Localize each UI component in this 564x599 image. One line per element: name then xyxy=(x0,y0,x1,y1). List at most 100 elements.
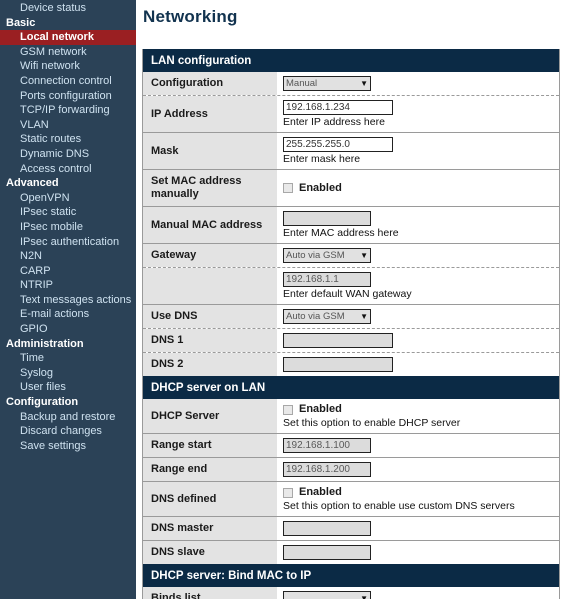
row-configuration: Configuration Manual ▼ xyxy=(143,72,559,95)
field-dns-slave xyxy=(277,541,559,564)
set-mac-checkbox-group[interactable]: Enabled xyxy=(283,182,555,195)
sidebar-item-device-status[interactable]: Device status xyxy=(0,1,136,16)
dns-slave-input[interactable] xyxy=(283,545,371,560)
dns-1-input[interactable] xyxy=(283,333,393,348)
field-ip-address: 192.168.1.234 Enter IP address here xyxy=(277,96,559,132)
hint-dhcp-server: Set this option to enable DHCP server xyxy=(283,417,461,429)
field-dns-defined: Enabled Set this option to enable use cu… xyxy=(277,482,559,516)
row-ip-address: IP Address 192.168.1.234 Enter IP addres… xyxy=(143,95,559,132)
sidebar-item-e-mail-actions[interactable]: E-mail actions xyxy=(0,307,136,322)
dns-defined-checkbox-label: Enabled xyxy=(299,486,342,498)
sidebar-item-syslog[interactable]: Syslog xyxy=(0,366,136,381)
hint-dns-defined: Set this option to enable use custom DNS… xyxy=(283,500,515,512)
row-dhcp-server: DHCP Server Enabled Set this option to e… xyxy=(143,399,559,433)
sidebar-item-gsm-network[interactable]: GSM network xyxy=(0,45,136,60)
field-range-end: 192.168.1.200 xyxy=(277,458,559,481)
range-start-input[interactable]: 192.168.1.100 xyxy=(283,438,371,453)
sidebar-item-ipsec-static[interactable]: IPsec static xyxy=(0,205,136,220)
dns-defined-checkbox[interactable] xyxy=(283,487,293,498)
label-use-dns: Use DNS xyxy=(143,305,277,328)
sidebar-item-local-network[interactable]: Local network xyxy=(0,30,136,45)
set-mac-checkbox-label: Enabled xyxy=(299,181,342,194)
sidebar-item-time[interactable]: Time xyxy=(0,351,136,366)
dhcp-server-checkbox[interactable] xyxy=(283,404,293,415)
sidebar-item-dynamic-dns[interactable]: Dynamic DNS xyxy=(0,147,136,162)
label-dns-defined: DNS defined xyxy=(143,482,277,516)
row-range-end: Range end 192.168.1.200 xyxy=(143,457,559,481)
chevron-down-icon: ▼ xyxy=(360,250,368,260)
section-header-dhcp-server: DHCP server on LAN xyxy=(143,376,559,399)
dns-2-input[interactable] xyxy=(283,357,393,372)
field-dns-2 xyxy=(277,353,559,376)
row-dns-2: DNS 2 xyxy=(143,352,559,376)
label-dns-1: DNS 1 xyxy=(143,329,277,352)
binds-list-select[interactable]: ▼ xyxy=(283,591,371,599)
dns-defined-checkbox-group[interactable]: Enabled xyxy=(283,486,555,499)
sidebar-navigation: Device status Basic Local network GSM netwo… xyxy=(0,0,136,599)
sidebar-item-wifi-network[interactable]: Wifi network xyxy=(0,59,136,74)
label-dns-master: DNS master xyxy=(143,517,277,540)
row-mask: Mask 255.255.255.0 Enter mask here xyxy=(143,132,559,169)
main-content: Networking LAN configuration Configurati… xyxy=(136,0,564,599)
field-binds-list: ▼ xyxy=(277,587,559,599)
field-set-mac-manually: Enabled xyxy=(277,170,559,206)
sidebar-item-static-routes[interactable]: Static routes xyxy=(0,132,136,147)
label-range-end: Range end xyxy=(143,458,277,481)
sidebar-item-connection-control[interactable]: Connection control xyxy=(0,74,136,89)
sidebar-item-vlan[interactable]: VLAN xyxy=(0,118,136,133)
chevron-down-icon: ▼ xyxy=(360,78,368,88)
sidebar-group-basic: Basic xyxy=(6,16,36,29)
manual-mac-address-input[interactable] xyxy=(283,211,371,226)
sidebar-item-backup-and-restore[interactable]: Backup and restore xyxy=(0,410,136,425)
label-manual-mac-address: Manual MAC address xyxy=(143,207,277,243)
hint-manual-mac-address: Enter MAC address here xyxy=(283,227,399,239)
use-dns-select[interactable]: Auto via GSM ▼ xyxy=(283,309,371,324)
sidebar-item-text-messages-actions[interactable]: Text messages actions xyxy=(0,293,136,308)
hint-gateway-ip: Enter default WAN gateway xyxy=(283,288,412,300)
page-title: Networking xyxy=(143,7,238,26)
row-gateway-ip: 192.168.1.1 Enter default WAN gateway xyxy=(143,267,559,304)
configuration-select[interactable]: Manual ▼ xyxy=(283,76,371,91)
sidebar-item-ipsec-mobile[interactable]: IPsec mobile xyxy=(0,220,136,235)
sidebar-item-carp[interactable]: CARP xyxy=(0,264,136,279)
sidebar-group-configuration: Configuration xyxy=(6,396,79,409)
section-header-lan-configuration: LAN configuration xyxy=(143,49,559,72)
label-dns-slave: DNS slave xyxy=(143,541,277,564)
row-gateway: Gateway Auto via GSM ▼ xyxy=(143,243,559,267)
set-mac-checkbox[interactable] xyxy=(283,183,293,193)
hint-mask: Enter mask here xyxy=(283,153,361,165)
row-binds-list: Binds list ▼ xyxy=(143,587,559,599)
dns-master-input[interactable] xyxy=(283,521,371,536)
sidebar-item-access-control[interactable]: Access control xyxy=(0,162,136,177)
dhcp-server-checkbox-label: Enabled xyxy=(299,403,342,415)
gateway-select[interactable]: Auto via GSM ▼ xyxy=(283,248,371,263)
configuration-select-value: Manual xyxy=(286,78,318,89)
row-dns-1: DNS 1 xyxy=(143,328,559,352)
sidebar-item-ntrip[interactable]: NTRIP xyxy=(0,278,136,293)
sidebar-item-user-files[interactable]: User files xyxy=(0,380,136,395)
gateway-select-value: Auto via GSM xyxy=(286,250,345,261)
field-dns-master xyxy=(277,517,559,540)
label-configuration: Configuration xyxy=(143,72,277,95)
row-dns-slave: DNS slave xyxy=(143,540,559,564)
range-end-input[interactable]: 192.168.1.200 xyxy=(283,462,371,477)
sidebar-item-tcp-ip-forwarding[interactable]: TCP/IP forwarding xyxy=(0,103,136,118)
gateway-ip-input[interactable]: 192.168.1.1 xyxy=(283,272,371,287)
sidebar-item-openvpn[interactable]: OpenVPN xyxy=(0,191,136,206)
sidebar-item-n2n[interactable]: N2N xyxy=(0,249,136,264)
label-gateway: Gateway xyxy=(143,244,277,267)
row-dns-master: DNS master xyxy=(143,516,559,540)
label-gateway-ip-empty xyxy=(143,268,277,304)
ip-address-input[interactable]: 192.168.1.234 xyxy=(283,100,393,115)
row-dns-defined: DNS defined Enabled Set this option to e… xyxy=(143,481,559,516)
row-range-start: Range start 192.168.1.100 xyxy=(143,433,559,457)
sidebar-item-gpio[interactable]: GPIO xyxy=(0,322,136,337)
field-mask: 255.255.255.0 Enter mask here xyxy=(277,133,559,169)
dhcp-server-checkbox-group[interactable]: Enabled xyxy=(283,403,555,416)
sidebar-item-ipsec-authentication[interactable]: IPsec authentication xyxy=(0,235,136,250)
field-manual-mac-address: Enter MAC address here xyxy=(277,207,559,243)
sidebar-item-ports-configuration[interactable]: Ports configuration xyxy=(0,89,136,104)
sidebar-item-save-settings[interactable]: Save settings xyxy=(0,439,136,454)
sidebar-item-discard-changes[interactable]: Discard changes xyxy=(0,424,136,439)
mask-input[interactable]: 255.255.255.0 xyxy=(283,137,393,152)
